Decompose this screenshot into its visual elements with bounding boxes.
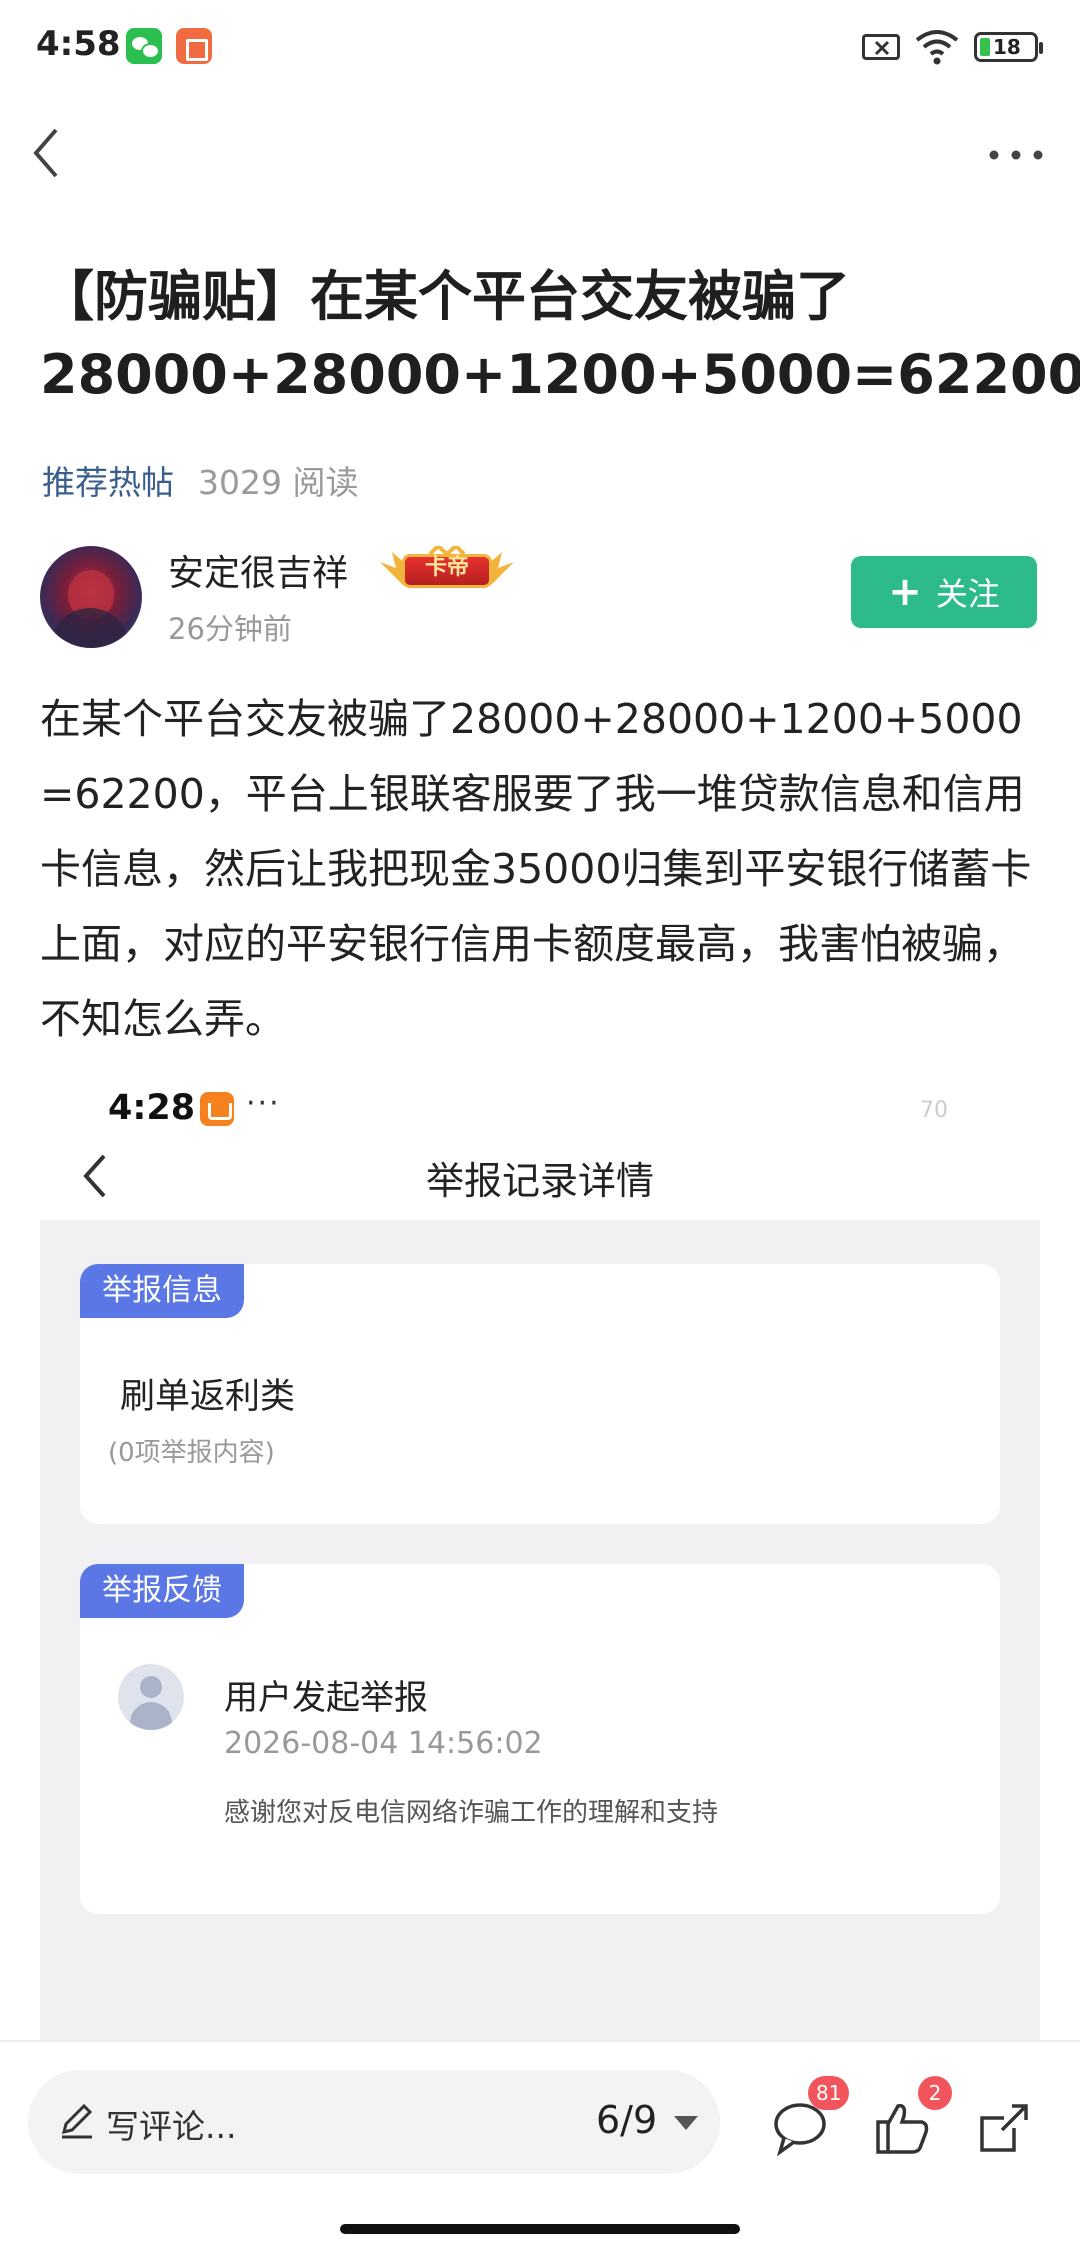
post-image[interactable]: 4:28 ··· 70 举报记录详情 举报信息 刷单返利类 (0项举报内容) 举… — [40, 1080, 1040, 2040]
author-avatar[interactable] — [40, 546, 142, 648]
image-status-dots: ··· — [246, 1086, 281, 1121]
image-status-time: 4:28 — [108, 1088, 196, 1128]
share-icon[interactable] — [974, 2098, 1034, 2158]
battery-level: 18 — [993, 35, 1021, 59]
feedback-action: 用户发起举报 — [224, 1678, 428, 1718]
report-info-tag: 举报信息 — [80, 1264, 244, 1318]
post-meta: 推荐热帖 3029 阅读 — [42, 456, 358, 504]
wifi-icon — [915, 30, 959, 65]
image-battery: 70 — [920, 1098, 948, 1123]
plus-icon: + — [888, 569, 922, 615]
report-type: 刷单返利类 — [120, 1377, 296, 1417]
follow-button[interactable]: + 关注 — [851, 556, 1037, 628]
app-notification-icon — [176, 28, 212, 64]
comment-input[interactable]: 写评论... 6/9 — [28, 2070, 720, 2174]
page-indicator[interactable]: 6/9 — [596, 2098, 657, 2142]
wechat-icon — [126, 28, 162, 64]
battery-icon: 18 — [974, 32, 1043, 62]
read-count: 3029 阅读 — [198, 463, 359, 502]
report-info-card: 举报信息 刷单返利类 (0项举报内容) — [80, 1264, 1000, 1524]
image-app-icon — [200, 1092, 234, 1126]
status-time: 4:58 — [36, 24, 121, 64]
user-avatar-icon — [118, 1664, 184, 1730]
feedback-date: 2026-08-04 14:56:02 — [224, 1726, 543, 1761]
image-page-title: 举报记录详情 — [425, 1159, 654, 1203]
bottom-action-bar: 写评论... 6/9 81 2 — [0, 2042, 1080, 2248]
more-icon[interactable] — [986, 140, 1046, 170]
rank-badge-label: 卡帝 — [424, 555, 469, 580]
comment-count-badge: 81 — [808, 2076, 850, 2110]
post-body: 在某个平台交友被骗了28000+28000+1200+5000=62200，平台… — [40, 695, 1032, 1043]
pencil-icon — [61, 2103, 93, 2139]
back-icon[interactable] — [24, 118, 74, 188]
feedback-message: 感谢您对反电信网络诈骗工作的理解和支持 — [224, 1798, 719, 1828]
like-count-badge: 2 — [918, 2076, 952, 2110]
hot-post-tag[interactable]: 推荐热帖 — [42, 463, 174, 502]
post-time: 26分钟前 — [168, 612, 292, 646]
home-indicator — [340, 2224, 740, 2234]
follow-label: 关注 — [935, 575, 1000, 613]
rank-badge: 卡帝 — [378, 546, 516, 594]
report-count: (0项举报内容) — [108, 1438, 275, 1468]
status-bar: 4:58 18 — [0, 0, 1080, 92]
sim-off-icon — [862, 34, 900, 60]
caret-down-icon[interactable] — [674, 2116, 698, 2132]
comment-placeholder: 写评论... — [106, 2107, 237, 2146]
like-icon[interactable] — [872, 2098, 932, 2158]
report-feedback-card: 举报反馈 用户发起举报 2026-08-04 14:56:02 感谢您对反电信网… — [80, 1564, 1000, 1914]
post-title: 【防骗贴】在某个平台交友被骗了28000+28000+1200+5000=622… — [40, 265, 1080, 406]
author-name[interactable]: 安定很吉祥 — [168, 544, 348, 596]
report-feedback-tag: 举报反馈 — [80, 1564, 244, 1618]
